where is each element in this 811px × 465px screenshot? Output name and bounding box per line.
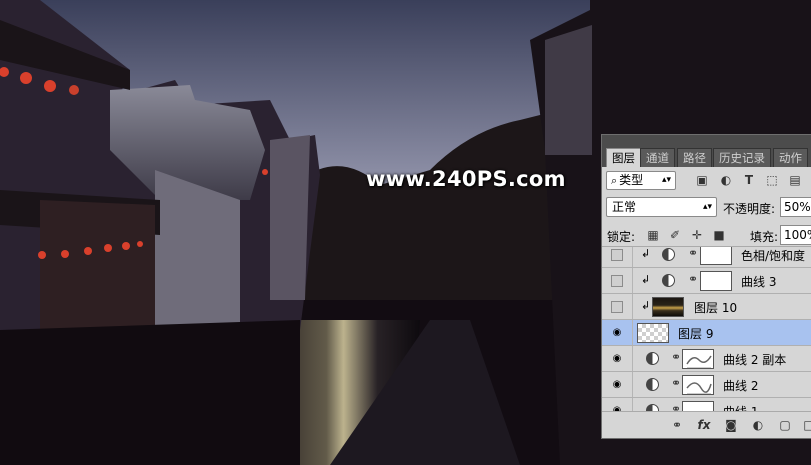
blend-mode-value: 正常 [612, 200, 637, 214]
layer-name: 图层 10 [694, 301, 738, 315]
clip-arrow-icon: ↲ [641, 247, 651, 260]
panel-footer: ⚭ fx ◙ ◐ ▢ □ [602, 411, 811, 438]
layer-row-curves-3[interactable]: ↲ ⚭ 曲线 3 [602, 268, 811, 294]
link-chain-icon: ⚭ [671, 376, 682, 390]
tab-layers[interactable]: 图层 [606, 148, 641, 167]
adjustment-layer-icon [646, 352, 659, 365]
chevron-updown-icon: ▴▾ [661, 175, 671, 185]
layer-row-hue-saturation[interactable]: ↲ ⚭ 色相/饱和度 [602, 246, 811, 268]
layer-name: 曲线 3 [741, 275, 777, 289]
folder-icon[interactable]: ▢ [777, 418, 793, 433]
lock-move-icon[interactable]: ✛ [690, 228, 704, 242]
adjustment-filter-icon[interactable]: ◐ [719, 173, 733, 187]
link-chain-icon: ⚭ [688, 272, 699, 286]
watermark-text: www.240PS.com [366, 167, 566, 191]
link-icon[interactable]: ⚭ [669, 418, 685, 433]
layer-row-layer-10[interactable]: ↲ 图层 10 [602, 294, 811, 320]
layers-list: ↲ ⚭ 色相/饱和度 ↲ ⚭ 曲线 3 ↲ 图层 10 ◉ 图层 9 ◉ ⚭ 曲… [602, 246, 811, 412]
layer-mask-thumbnail[interactable] [700, 271, 732, 291]
tab-paths[interactable]: 路径 [677, 148, 712, 167]
lock-label: 锁定: [607, 230, 636, 244]
eye-icon[interactable]: ◉ [610, 378, 624, 391]
link-chain-icon: ⚭ [671, 350, 682, 364]
layer-mask-thumbnail[interactable] [700, 247, 732, 265]
new-layer-icon[interactable]: □ [801, 418, 811, 433]
layer-row-curves-2[interactable]: ◉ ⚭ 曲线 2 [602, 372, 811, 398]
kind-filter-value: 类型 [619, 173, 644, 187]
adjustment-layer-icon [646, 378, 659, 391]
adjustment-icon[interactable]: ◐ [750, 418, 766, 433]
lock-row: 锁定: ▦ ✐ ✛ ■ 填充: 100% [602, 225, 811, 247]
layer-thumbnail[interactable] [637, 323, 669, 343]
adjustment-layer-icon [662, 274, 675, 287]
panel-tabbar: 图层 通道 路径 历史记录 动作 [602, 135, 811, 167]
tab-channels[interactable]: 通道 [640, 148, 675, 167]
blend-row: 正常 ▴▾ 不透明度: 50% [602, 196, 811, 220]
filter-row: ⌕ 类型 ▴▾ ▣ ◐ T ⬚ ▤ [602, 168, 811, 192]
layer-name: 色相/饱和度 [741, 249, 806, 263]
chevron-updown-icon: ▴▾ [702, 202, 712, 212]
shape-filter-icon[interactable]: ⬚ [765, 173, 779, 187]
fill-input[interactable]: 100% [780, 225, 811, 245]
opacity-input[interactable]: 50% [780, 197, 811, 217]
clip-arrow-icon: ↲ [641, 273, 651, 286]
layer-name: 图层 9 [678, 327, 714, 341]
fx-icon[interactable]: fx [696, 418, 712, 433]
kind-filter-select[interactable]: ⌕ 类型 ▴▾ [606, 171, 676, 190]
search-icon: ⌕ [611, 174, 618, 187]
layer-mask-thumbnail[interactable] [682, 375, 714, 395]
blend-mode-select[interactable]: 正常 ▴▾ [606, 197, 717, 217]
tab-history[interactable]: 历史记录 [713, 148, 771, 167]
clip-arrow-icon: ↲ [641, 299, 651, 312]
layer-row-curves-1[interactable]: ◉ ⚭ 曲线 1 [602, 398, 811, 412]
visibility-toggle-off[interactable] [611, 275, 623, 287]
eye-icon[interactable]: ◉ [610, 352, 624, 365]
adjustment-layer-icon [662, 248, 675, 261]
layer-name: 曲线 2 [723, 379, 759, 393]
layer-name: 曲线 2 副本 [723, 353, 787, 367]
layer-row-curves-2-copy[interactable]: ◉ ⚭ 曲线 2 副本 [602, 346, 811, 372]
layer-row-layer-9[interactable]: ◉ 图层 9 [602, 320, 811, 346]
fill-label: 填充: [750, 230, 779, 244]
tab-actions[interactable]: 动作 [773, 148, 808, 167]
visibility-toggle-off[interactable] [611, 249, 623, 261]
visibility-toggle-off[interactable] [611, 301, 623, 313]
image-filter-icon[interactable]: ▣ [695, 173, 709, 187]
lock-paint-icon[interactable]: ✐ [668, 228, 682, 242]
mask-icon[interactable]: ◙ [723, 418, 739, 433]
type-filter-icon[interactable]: T [742, 173, 756, 187]
layers-panel: 图层 通道 路径 历史记录 动作 ⌕ 类型 ▴▾ ▣ ◐ T ⬚ ▤ 正常 ▴▾ … [601, 134, 811, 439]
lock-pixels-icon[interactable]: ▦ [646, 228, 660, 242]
lock-all-icon[interactable]: ■ [712, 228, 726, 242]
layer-thumbnail[interactable] [652, 297, 684, 317]
link-chain-icon: ⚭ [688, 246, 699, 260]
opacity-label: 不透明度: [723, 202, 776, 216]
layer-mask-thumbnail[interactable] [682, 349, 714, 369]
eye-icon[interactable]: ◉ [610, 326, 624, 339]
smart-object-filter-icon[interactable]: ▤ [788, 173, 802, 187]
